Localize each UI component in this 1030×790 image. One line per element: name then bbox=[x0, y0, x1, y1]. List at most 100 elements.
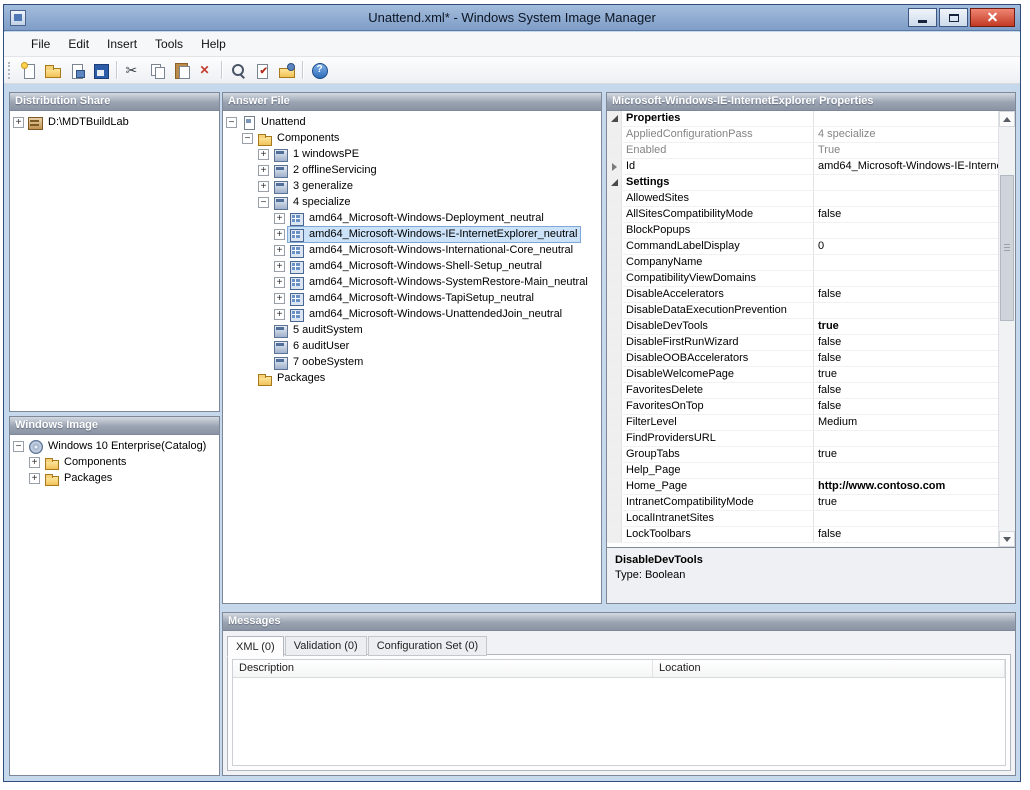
menu-help[interactable]: Help bbox=[192, 34, 235, 54]
tab-xml-0[interactable]: XML (0) bbox=[227, 636, 284, 657]
collapse-icon[interactable]: − bbox=[242, 133, 253, 144]
tree-item-components[interactable]: −Components bbox=[223, 130, 601, 146]
open-image-button[interactable] bbox=[65, 59, 87, 81]
tree-item-amd64-microsoft-windows-unattendedjoin-neutral[interactable]: +amd64_Microsoft-Windows-UnattendedJoin_… bbox=[223, 306, 601, 322]
tree-item-amd64-microsoft-windows-systemrestore-main-neutral[interactable]: +amd64_Microsoft-Windows-SystemRestore-M… bbox=[223, 274, 601, 290]
tab-configuration-set-0[interactable]: Configuration Set (0) bbox=[368, 636, 488, 656]
collapse-section-icon[interactable] bbox=[611, 179, 618, 186]
close-button[interactable] bbox=[970, 8, 1015, 27]
save-button[interactable] bbox=[89, 59, 111, 81]
collapse-icon[interactable]: − bbox=[258, 197, 269, 208]
minimize-button[interactable] bbox=[908, 8, 937, 27]
delete-button[interactable] bbox=[194, 59, 216, 81]
property-row-favoritesdelete[interactable]: FavoritesDeletefalse bbox=[607, 383, 998, 399]
property-key: AllowedSites bbox=[622, 191, 814, 206]
property-row-disabledevtools[interactable]: DisableDevToolstrue bbox=[607, 319, 998, 335]
property-row-commandlabeldisplay[interactable]: CommandLabelDisplay0 bbox=[607, 239, 998, 255]
expand-icon[interactable]: + bbox=[258, 181, 269, 192]
tree-item-amd64-microsoft-windows-deployment-neutral[interactable]: +amd64_Microsoft-Windows-Deployment_neut… bbox=[223, 210, 601, 226]
property-row-disableoobaccelerators[interactable]: DisableOOBAcceleratorsfalse bbox=[607, 351, 998, 367]
expand-icon[interactable]: + bbox=[13, 117, 24, 128]
tab-validation-0[interactable]: Validation (0) bbox=[285, 636, 367, 656]
column-header-description[interactable]: Description bbox=[233, 660, 653, 677]
property-row-disableaccelerators[interactable]: DisableAcceleratorsfalse bbox=[607, 287, 998, 303]
property-row-appliedconfigurationpass[interactable]: AppliedConfigurationPass4 specialize bbox=[607, 127, 998, 143]
property-value: false bbox=[814, 527, 998, 542]
create-config-set-button[interactable] bbox=[275, 59, 297, 81]
property-row-home-page[interactable]: Home_Pagehttp://www.contoso.com bbox=[607, 479, 998, 495]
collapse-icon[interactable]: − bbox=[226, 117, 237, 128]
property-row-findprovidersurl[interactable]: FindProvidersURL bbox=[607, 431, 998, 447]
tree-item-unattend[interactable]: −Unattend bbox=[223, 114, 601, 130]
expand-icon[interactable]: + bbox=[274, 245, 285, 256]
expand-icon[interactable]: + bbox=[274, 261, 285, 272]
menu-edit[interactable]: Edit bbox=[59, 34, 98, 54]
expand-icon[interactable]: + bbox=[274, 309, 285, 320]
collapse-icon[interactable]: − bbox=[13, 441, 24, 452]
tree-item-amd64-microsoft-windows-shell-setup-neutral[interactable]: +amd64_Microsoft-Windows-Shell-Setup_neu… bbox=[223, 258, 601, 274]
property-row-blockpopups[interactable]: BlockPopups bbox=[607, 223, 998, 239]
property-row-compatibilityviewdomains[interactable]: CompatibilityViewDomains bbox=[607, 271, 998, 287]
property-row-filterlevel[interactable]: FilterLevelMedium bbox=[607, 415, 998, 431]
find-button[interactable] bbox=[227, 59, 249, 81]
property-row-enabled[interactable]: EnabledTrue bbox=[607, 143, 998, 159]
expand-icon[interactable]: + bbox=[274, 277, 285, 288]
expand-icon[interactable]: + bbox=[274, 293, 285, 304]
maximize-button[interactable] bbox=[939, 8, 968, 27]
tree-item-3-generalize[interactable]: +3 generalize bbox=[223, 178, 601, 194]
property-section-properties[interactable]: Properties bbox=[607, 111, 998, 127]
property-row-grouptabs[interactable]: GroupTabstrue bbox=[607, 447, 998, 463]
expand-icon[interactable]: + bbox=[29, 473, 40, 484]
tree-node: Components bbox=[43, 455, 129, 470]
open-file-button[interactable] bbox=[41, 59, 63, 81]
property-row-intranetcompatibilitymode[interactable]: IntranetCompatibilityModetrue bbox=[607, 495, 998, 511]
validate-button[interactable] bbox=[251, 59, 273, 81]
property-row-help-page[interactable]: Help_Page bbox=[607, 463, 998, 479]
column-header-location[interactable]: Location bbox=[653, 660, 1005, 677]
menu-file[interactable]: File bbox=[22, 34, 59, 54]
tree-item-components[interactable]: +Components bbox=[10, 454, 219, 470]
tree-item-5-auditsystem[interactable]: 5 auditSystem bbox=[223, 322, 601, 338]
tree-item-7-oobesystem[interactable]: 7 oobeSystem bbox=[223, 354, 601, 370]
tree-item-1-windowspe[interactable]: +1 windowsPE bbox=[223, 146, 601, 162]
new-file-button[interactable] bbox=[17, 59, 39, 81]
tree-item-amd64-microsoft-windows-international-core-neutral[interactable]: +amd64_Microsoft-Windows-International-C… bbox=[223, 242, 601, 258]
expand-icon[interactable]: + bbox=[274, 229, 285, 240]
property-row-locktoolbars[interactable]: LockToolbarsfalse bbox=[607, 527, 998, 543]
tree-item-packages[interactable]: Packages bbox=[223, 370, 601, 386]
collapse-section-icon[interactable] bbox=[611, 115, 618, 122]
menu-insert[interactable]: Insert bbox=[98, 34, 146, 54]
tree-item-2-offlineservicing[interactable]: +2 offlineServicing bbox=[223, 162, 601, 178]
property-row-localintranetsites[interactable]: LocalIntranetSites bbox=[607, 511, 998, 527]
menu-tools[interactable]: Tools bbox=[146, 34, 192, 54]
property-grid-scrollbar[interactable] bbox=[998, 111, 1015, 547]
cut-button[interactable] bbox=[122, 59, 144, 81]
tree-item-windows-10-enterprise-catalog[interactable]: −Windows 10 Enterprise(Catalog) bbox=[10, 438, 219, 454]
expand-icon[interactable]: + bbox=[274, 213, 285, 224]
scroll-down-button[interactable] bbox=[999, 531, 1015, 547]
property-row-allowedsites[interactable]: AllowedSites bbox=[607, 191, 998, 207]
expand-row-icon[interactable] bbox=[612, 163, 617, 171]
property-row-disablefirstrunwizard[interactable]: DisableFirstRunWizardfalse bbox=[607, 335, 998, 351]
expand-icon[interactable]: + bbox=[258, 149, 269, 160]
tree-item-amd64-microsoft-windows-ie-internetexplorer-neutral[interactable]: +amd64_Microsoft-Windows-IE-InternetExpl… bbox=[223, 226, 601, 242]
tree-item-packages[interactable]: +Packages bbox=[10, 470, 219, 486]
property-row-disablewelcomepage[interactable]: DisableWelcomePagetrue bbox=[607, 367, 998, 383]
paste-button[interactable] bbox=[170, 59, 192, 81]
help-button[interactable] bbox=[308, 59, 330, 81]
property-row-favoritesontop[interactable]: FavoritesOnTopfalse bbox=[607, 399, 998, 415]
tree-item-4-specialize[interactable]: −4 specialize bbox=[223, 194, 601, 210]
scroll-up-button[interactable] bbox=[999, 111, 1015, 127]
property-row-companyname[interactable]: CompanyName bbox=[607, 255, 998, 271]
property-row-id[interactable]: Idamd64_Microsoft-Windows-IE-InternetEx bbox=[607, 159, 998, 175]
scrollbar-thumb[interactable] bbox=[1000, 175, 1014, 321]
tree-item-amd64-microsoft-windows-tapisetup-neutral[interactable]: +amd64_Microsoft-Windows-TapiSetup_neutr… bbox=[223, 290, 601, 306]
property-section-settings[interactable]: Settings bbox=[607, 175, 998, 191]
expand-icon[interactable]: + bbox=[258, 165, 269, 176]
property-row-disabledataexecutionprevention[interactable]: DisableDataExecutionPrevention bbox=[607, 303, 998, 319]
copy-button[interactable] bbox=[146, 59, 168, 81]
expand-icon[interactable]: + bbox=[29, 457, 40, 468]
tree-item-d-mdtbuildlab[interactable]: +D:\MDTBuildLab bbox=[10, 114, 219, 130]
tree-item-6-audituser[interactable]: 6 auditUser bbox=[223, 338, 601, 354]
property-row-allsitescompatibilitymode[interactable]: AllSitesCompatibilityModefalse bbox=[607, 207, 998, 223]
